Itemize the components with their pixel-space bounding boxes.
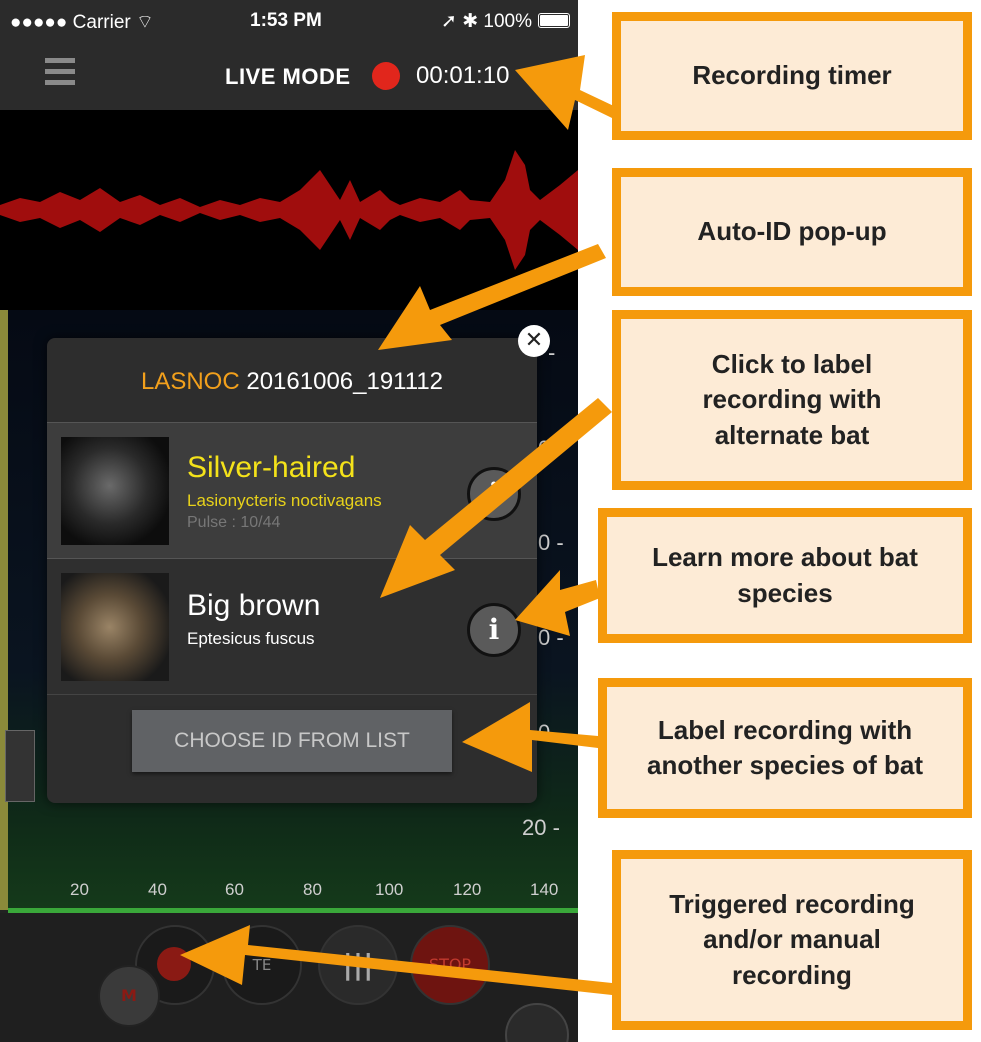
arrow-popup	[378, 244, 606, 350]
arrow-timer	[515, 55, 618, 130]
callout-arrows	[180, 55, 618, 995]
arrow-another	[462, 702, 598, 772]
arrow-learn	[515, 570, 600, 636]
arrow-label	[380, 398, 612, 598]
arrow-triggered	[180, 925, 612, 995]
